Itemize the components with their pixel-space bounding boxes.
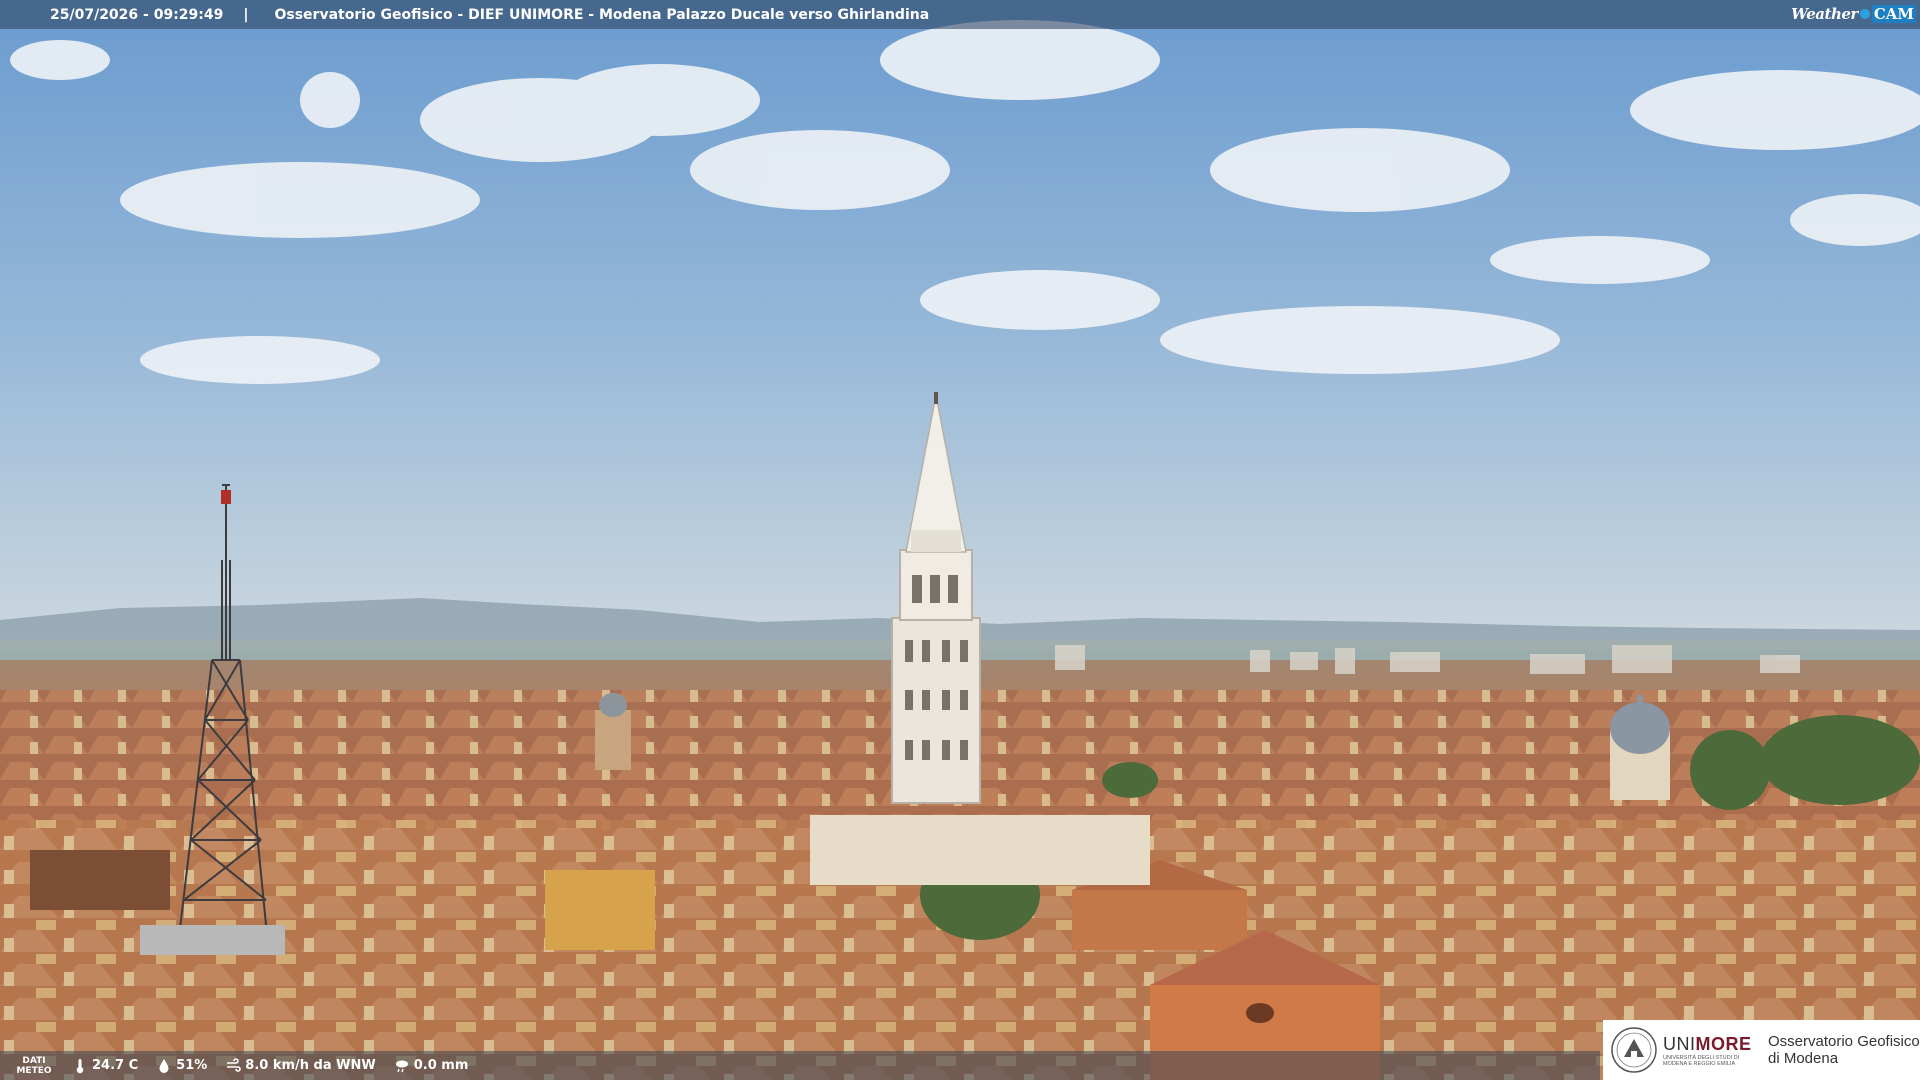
brand-dot-icon xyxy=(1859,9,1870,19)
unimore-subtitle: UNIVERSITÀ DEGLI STUDI DI MODENA E REGGI… xyxy=(1663,1054,1740,1067)
dati-label: DATI xyxy=(22,1055,46,1066)
rain-icon xyxy=(395,1060,408,1072)
yellow-building xyxy=(545,870,655,950)
wind-value: 8.0 km/h da WNW xyxy=(245,1058,376,1073)
observatory-line1: Osservatorio Geofisico xyxy=(1768,1033,1920,1050)
thermometer-icon xyxy=(76,1058,84,1073)
humidity-value: 51% xyxy=(176,1058,208,1073)
observatory-name: Osservatorio Geofisico di Modena xyxy=(1768,1033,1920,1067)
meteo-label: METEO xyxy=(16,1065,52,1076)
church-dome-right xyxy=(1610,695,1670,800)
temperature-reading: 24.7 C xyxy=(72,1058,138,1074)
dark-building xyxy=(30,850,170,910)
antenna-base xyxy=(140,925,285,955)
church-dome-left xyxy=(595,693,631,770)
weathercam-logo: Weather CAM xyxy=(1785,0,1920,28)
camera-title: Osservatorio Geofisico - DIEF UNIMORE - … xyxy=(274,6,930,23)
wind-icon xyxy=(227,1057,242,1072)
brand-part1: Weather xyxy=(1791,5,1858,23)
rain-value: 0.0 mm xyxy=(413,1058,469,1073)
dati-meteo-label: DATI METEO xyxy=(14,1056,54,1076)
brand-part2: CAM xyxy=(1871,5,1916,23)
unimore-wordmark: UNIMORE UNIVERSITÀ DEGLI STUDI DI MODENA… xyxy=(1663,1034,1758,1067)
caption-separator: | xyxy=(243,6,249,23)
rain-reading: 0.0 mm xyxy=(394,1058,469,1074)
unimore-name-part2: MORE xyxy=(1695,1033,1752,1054)
weather-data-bar: DATI METEO 24.7 C 51% 8.0 km/h da WNW 0.… xyxy=(0,1051,1600,1080)
white-palazzo xyxy=(810,815,1150,885)
unimore-seal-icon xyxy=(1611,1027,1657,1073)
timestamp: 25/07/2026 - 09:29:49 xyxy=(50,6,224,23)
wind-reading: 8.0 km/h da WNW xyxy=(225,1057,376,1074)
caption-bar: 25/07/2026 - 09:29:49 | Osservatorio Geo… xyxy=(0,0,1920,29)
unimore-name: UNIMORE xyxy=(1663,1034,1758,1055)
droplet-icon xyxy=(159,1058,169,1073)
temperature-value: 24.7 C xyxy=(92,1058,139,1073)
webcam-photo xyxy=(0,0,1920,1080)
observatory-line2: di Modena xyxy=(1768,1050,1839,1067)
unimore-name-part1: UNI xyxy=(1663,1033,1696,1054)
humidity-reading: 51% xyxy=(156,1058,207,1074)
institution-logo-box: UNIMORE UNIVERSITÀ DEGLI STUDI DI MODENA… xyxy=(1603,1020,1920,1080)
